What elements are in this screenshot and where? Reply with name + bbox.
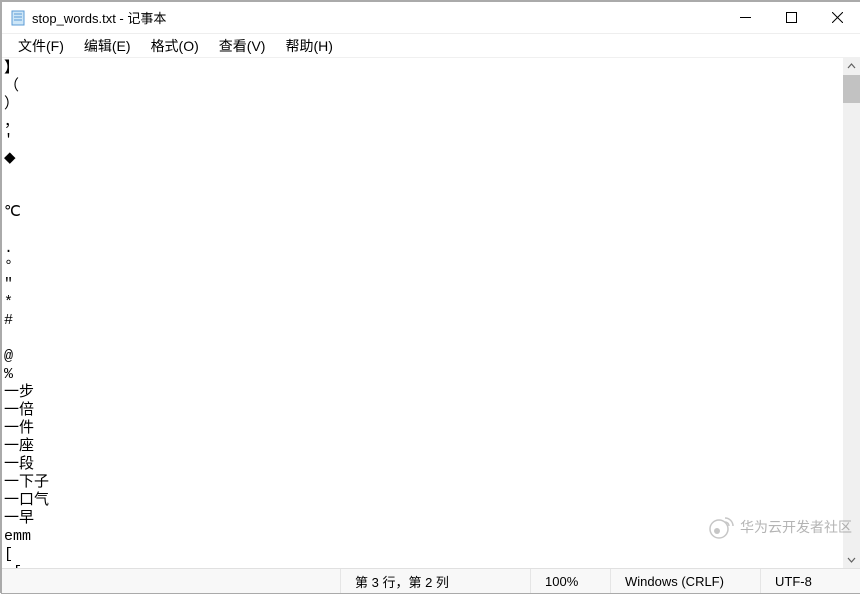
content-area: 】 （ ） ， ' ◆ ℃ . ° " * # @ % 一步 一倍 一件 一座 … <box>2 58 860 568</box>
status-zoom: 100% <box>530 569 610 593</box>
maximize-button[interactable] <box>768 2 814 34</box>
scroll-thumb[interactable] <box>843 75 860 103</box>
text-editor[interactable]: 】 （ ） ， ' ◆ ℃ . ° " * # @ % 一步 一倍 一件 一座 … <box>2 58 843 568</box>
status-lineending: Windows (CRLF) <box>610 569 760 593</box>
statusbar: 第 3 行，第 2 列 100% Windows (CRLF) UTF-8 <box>2 568 860 593</box>
close-button[interactable] <box>814 2 860 34</box>
status-encoding: UTF-8 <box>760 569 860 593</box>
scroll-up-button[interactable] <box>843 58 860 75</box>
menu-file[interactable]: 文件(F) <box>8 34 74 58</box>
menu-edit[interactable]: 编辑(E) <box>74 34 141 58</box>
status-position: 第 3 行，第 2 列 <box>340 569 530 593</box>
menu-format[interactable]: 格式(O) <box>141 34 209 58</box>
menubar: 文件(F) 编辑(E) 格式(O) 查看(V) 帮助(H) <box>2 34 860 58</box>
scroll-track[interactable] <box>843 75 860 551</box>
window-title: stop_words.txt - 记事本 <box>32 8 166 27</box>
minimize-button[interactable] <box>722 2 768 34</box>
titlebar: stop_words.txt - 记事本 <box>2 2 860 34</box>
menu-view[interactable]: 查看(V) <box>209 34 276 58</box>
notepad-icon <box>10 10 26 26</box>
menu-help[interactable]: 帮助(H) <box>275 34 342 58</box>
vertical-scrollbar[interactable] <box>843 58 860 568</box>
scroll-down-button[interactable] <box>843 551 860 568</box>
